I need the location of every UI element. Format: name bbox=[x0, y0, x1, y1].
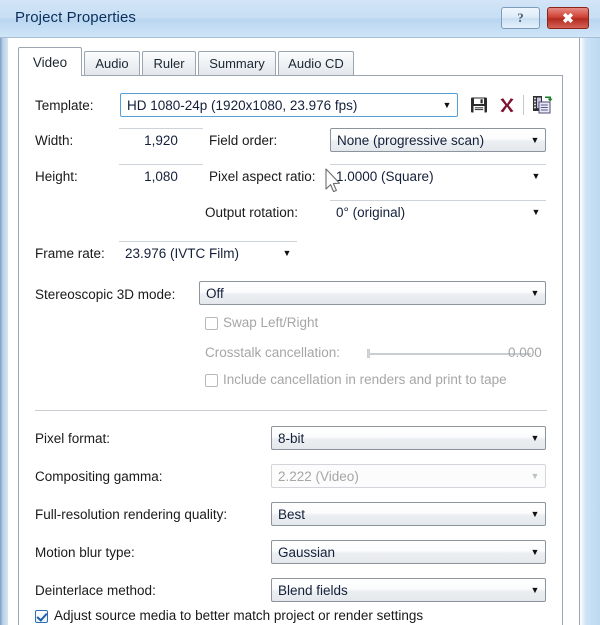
motion-blur-type-value: Gaussian bbox=[278, 544, 336, 560]
include-cancellation-checkbox[interactable] bbox=[205, 374, 218, 387]
compositing-gamma-label: Compositing gamma: bbox=[35, 469, 163, 484]
template-label: Template: bbox=[35, 98, 94, 113]
swap-left-right-checkbox[interactable] bbox=[205, 317, 218, 330]
project-properties-dialog: Project Properties ? ✖ Video Audio Ruler… bbox=[0, 0, 600, 625]
close-button[interactable]: ✖ bbox=[547, 7, 589, 29]
field-order-label: Field order: bbox=[209, 133, 278, 148]
crosstalk-cancellation-slider[interactable] bbox=[367, 353, 531, 355]
template-value: HD 1080-24p (1920x1080, 23.976 fps) bbox=[127, 97, 358, 113]
tab-video[interactable]: Video bbox=[18, 47, 82, 76]
chevron-down-icon: ▼ bbox=[530, 546, 540, 557]
compositing-gamma-value: 2.222 (Video) bbox=[278, 468, 359, 484]
height-value: 1,080 bbox=[144, 169, 178, 184]
crosstalk-cancellation-label: Crosstalk cancellation: bbox=[205, 345, 341, 360]
save-floppy-icon[interactable] bbox=[469, 95, 489, 120]
tab-audio-cd[interactable]: Audio CD bbox=[278, 51, 354, 75]
include-cancellation-label: Include cancellation in renders and prin… bbox=[223, 372, 507, 387]
help-button[interactable]: ? bbox=[501, 7, 540, 29]
output-rotation-combobox[interactable]: 0° (original) ▼ bbox=[330, 200, 546, 224]
chevron-down-icon: ▼ bbox=[282, 248, 292, 258]
pixel-aspect-ratio-label: Pixel aspect ratio: bbox=[209, 169, 316, 184]
chevron-down-icon: ▼ bbox=[531, 207, 541, 217]
tabstrip: Video Audio Ruler Summary Audio CD bbox=[18, 47, 563, 76]
active-tab-mask bbox=[19, 74, 81, 77]
chevron-down-icon: ▼ bbox=[530, 134, 540, 145]
adjust-source-media-checkbox[interactable] bbox=[35, 610, 48, 623]
chevron-down-icon: ▼ bbox=[530, 470, 540, 481]
adjust-source-media-label: Adjust source media to better match proj… bbox=[54, 608, 424, 623]
pixel-format-label: Pixel format: bbox=[35, 431, 111, 446]
stereoscopic-3d-mode-label: Stereoscopic 3D mode: bbox=[35, 287, 176, 302]
height-label: Height: bbox=[35, 169, 78, 184]
height-input[interactable]: 1,080 bbox=[119, 164, 203, 188]
motion-blur-type-combobox[interactable]: Gaussian ▼ bbox=[271, 540, 546, 564]
output-rotation-label: Output rotation: bbox=[205, 205, 299, 220]
stereoscopic-3d-mode-value: Off bbox=[206, 285, 224, 301]
frame-rate-combobox[interactable]: 23.976 (IVTC Film) ▼ bbox=[119, 241, 297, 265]
full-resolution-rendering-quality-combobox[interactable]: Best ▼ bbox=[271, 502, 546, 526]
chevron-down-icon: ▼ bbox=[530, 508, 540, 519]
delete-x-icon[interactable] bbox=[497, 95, 517, 120]
deinterlace-method-value: Blend fields bbox=[278, 582, 348, 598]
frame-rate-label: Frame rate: bbox=[35, 246, 105, 261]
tab-ruler[interactable]: Ruler bbox=[142, 51, 196, 75]
pixel-format-combobox[interactable]: 8-bit ▼ bbox=[271, 426, 546, 450]
stereoscopic-3d-mode-combobox[interactable]: Off ▼ bbox=[199, 281, 546, 305]
deinterlace-method-label: Deinterlace method: bbox=[35, 583, 156, 598]
full-resolution-rendering-quality-label: Full-resolution rendering quality: bbox=[35, 507, 228, 522]
field-order-combobox[interactable]: None (progressive scan) ▼ bbox=[330, 128, 546, 152]
chevron-down-icon: ▼ bbox=[530, 584, 540, 595]
tab-audio[interactable]: Audio bbox=[84, 51, 140, 75]
width-label: Width: bbox=[35, 133, 74, 148]
film-properties-icon[interactable] bbox=[531, 94, 553, 121]
pixel-format-value: 8-bit bbox=[278, 430, 305, 446]
chevron-down-icon: ▼ bbox=[531, 171, 541, 181]
tab-summary[interactable]: Summary bbox=[198, 51, 276, 75]
deinterlace-method-combobox[interactable]: Blend fields ▼ bbox=[271, 578, 546, 602]
field-order-value: None (progressive scan) bbox=[337, 132, 485, 148]
section-separator bbox=[35, 410, 547, 411]
frame-rate-value: 23.976 (IVTC Film) bbox=[125, 246, 240, 261]
window-frame-left bbox=[0, 0, 8, 625]
template-combobox[interactable]: HD 1080-24p (1920x1080, 23.976 fps) ▼ bbox=[120, 93, 458, 117]
width-input[interactable]: 1,920 bbox=[119, 128, 203, 152]
full-resolution-rendering-quality-value: Best bbox=[278, 506, 306, 522]
pixel-aspect-ratio-value: 1.0000 (Square) bbox=[336, 169, 434, 184]
toolbar-divider bbox=[523, 95, 524, 115]
pixel-aspect-ratio-combobox[interactable]: 1.0000 (Square) ▼ bbox=[330, 164, 546, 188]
crosstalk-cancellation-value: 0.000 bbox=[508, 345, 542, 360]
chevron-down-icon: ▼ bbox=[442, 99, 452, 110]
panel-right-border bbox=[579, 38, 580, 625]
window-frame-right bbox=[580, 0, 600, 625]
output-rotation-value: 0° (original) bbox=[336, 205, 406, 220]
compositing-gamma-combobox: 2.222 (Video) ▼ bbox=[271, 464, 546, 488]
chevron-down-icon: ▼ bbox=[530, 432, 540, 443]
video-settings-panel: Template: HD 1080-24p (1920x1080, 23.976… bbox=[18, 76, 563, 625]
crosstalk-cancellation-slider-thumb[interactable] bbox=[367, 349, 370, 358]
title-bar: Project Properties ? ✖ bbox=[0, 0, 600, 38]
chevron-down-icon: ▼ bbox=[530, 287, 540, 298]
swap-left-right-label: Swap Left/Right bbox=[223, 315, 319, 330]
width-value: 1,920 bbox=[144, 133, 178, 148]
window-title: Project Properties bbox=[15, 9, 137, 26]
motion-blur-type-label: Motion blur type: bbox=[35, 545, 135, 560]
